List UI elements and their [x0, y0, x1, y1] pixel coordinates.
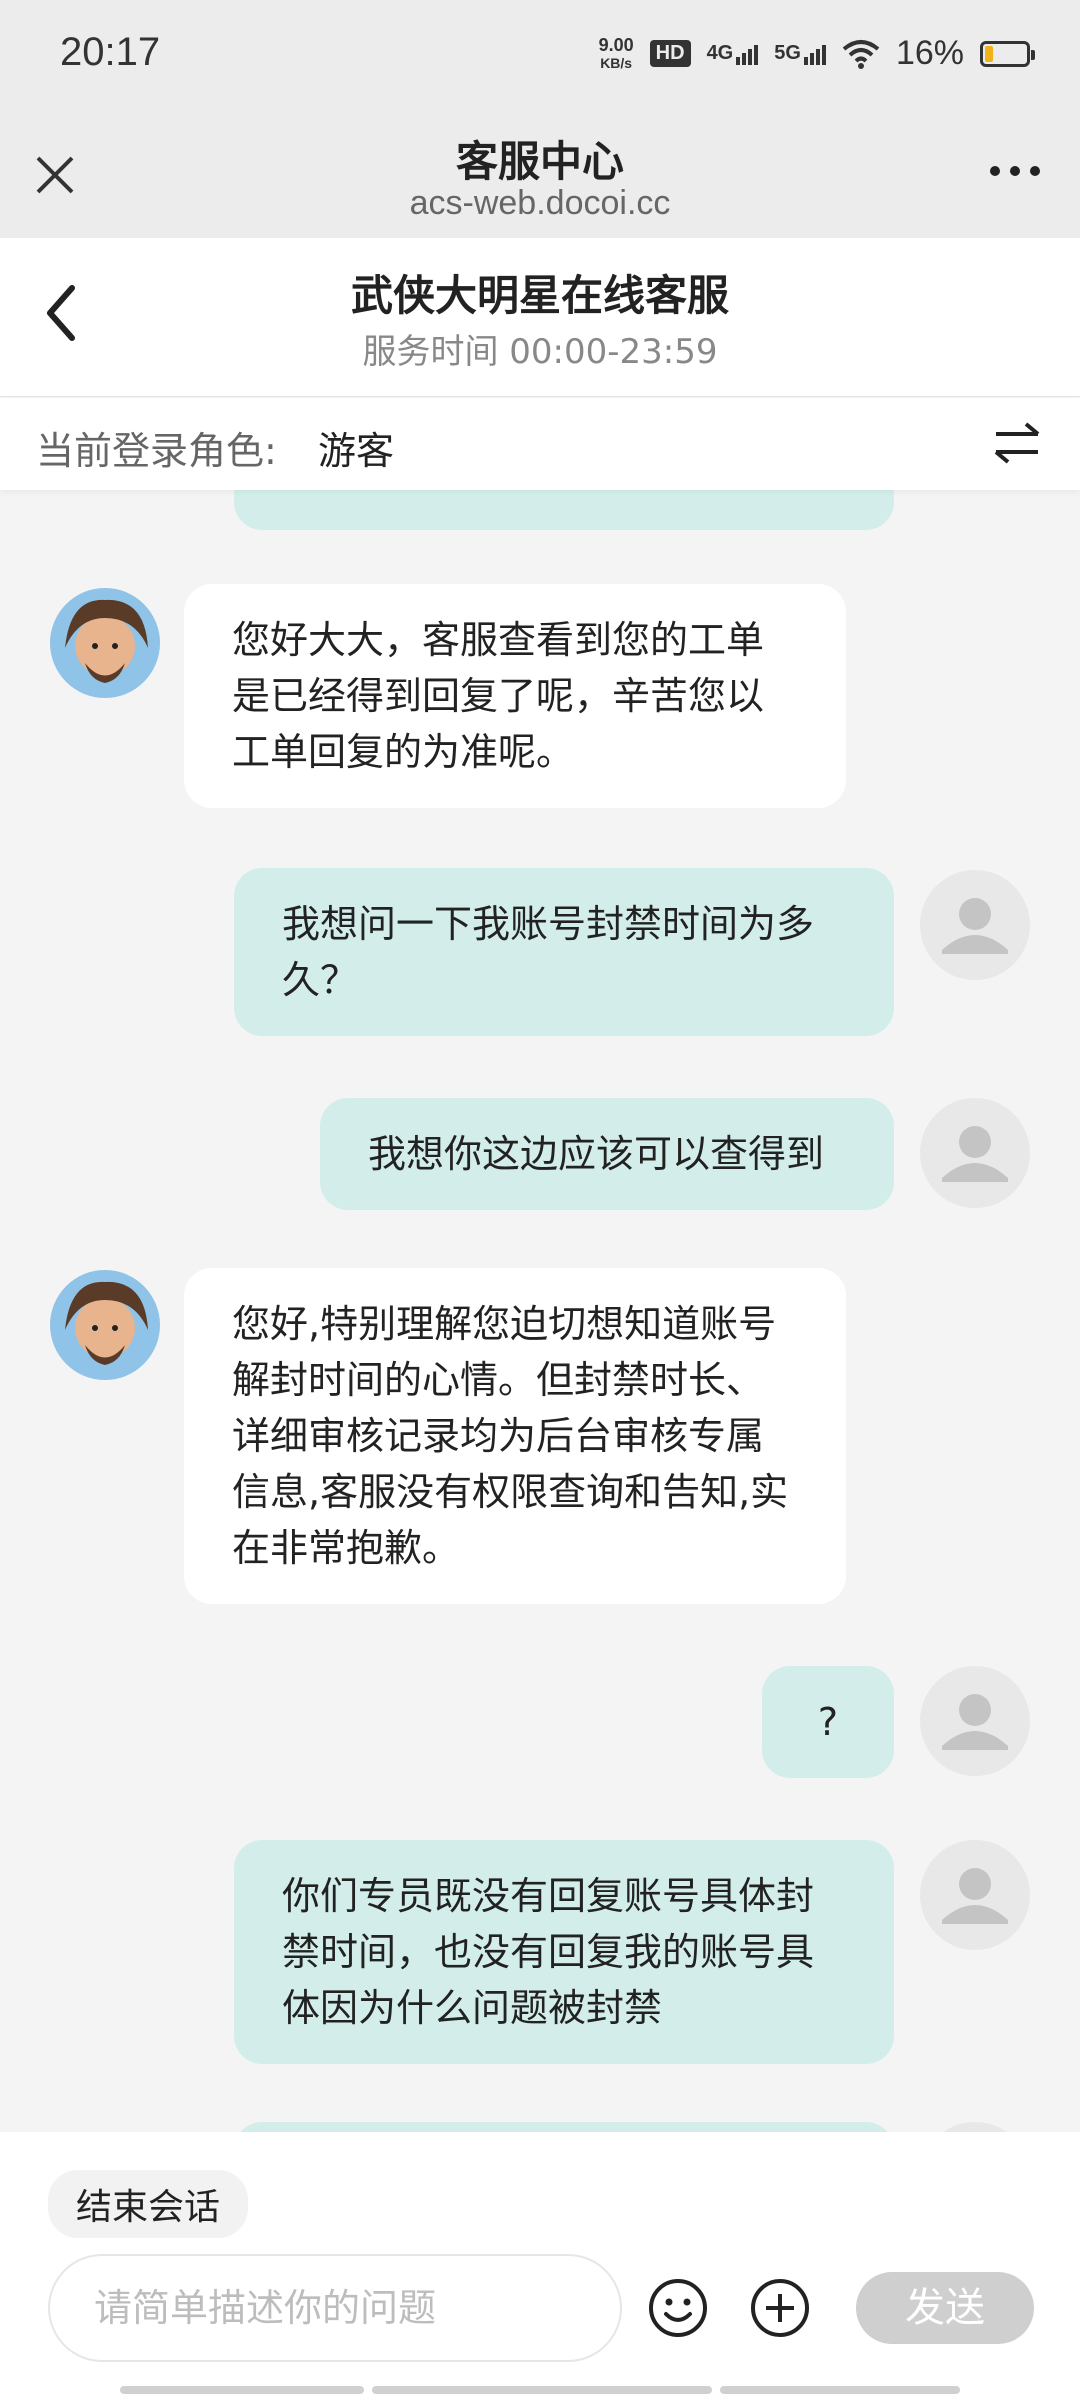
wifi-icon: [842, 39, 880, 69]
message-input[interactable]: 请简单描述你的问题: [48, 2254, 622, 2362]
browser-url: acs-web.docoi.cc: [409, 184, 671, 222]
message-bubble-user: 我想你这边应该可以查得到: [320, 1098, 894, 1210]
user-avatar: [920, 870, 1030, 980]
more-icon[interactable]: [990, 166, 1040, 176]
service-hours: 服务时间 00:00-23:59: [362, 332, 718, 372]
role-label: 当前登录角色:: [36, 429, 277, 473]
network-speed: 9.00 KB/s: [598, 34, 634, 71]
emoji-icon[interactable]: [646, 2276, 710, 2340]
end-chat-button[interactable]: 结束会话: [48, 2170, 249, 2238]
user-avatar: [920, 1840, 1030, 1950]
chat-messages[interactable]: 您好大大，客服查看到您的工单是已经得到回复了呢，辛苦您以工单回复的为准呢。 我想…: [0, 490, 1080, 2132]
battery-percent: 16%: [895, 34, 964, 72]
message-bubble-user: 你们专员既没有回复账号具体封禁时间，也没有回复我的账号具体因为什么问题被封禁: [234, 1840, 894, 2064]
battery-icon: [980, 40, 1035, 67]
send-button[interactable]: 发送: [856, 2272, 1034, 2344]
system-icons: 9.00 KB/s HD 4G 5G 16%: [598, 34, 1035, 73]
agent-avatar: [50, 588, 160, 698]
agent-avatar: [50, 1270, 160, 1380]
message-bubble-partial: [234, 490, 894, 530]
plus-icon[interactable]: [748, 2276, 812, 2340]
message-bubble-user: 我想问一下我账号封禁时间为多久？: [234, 868, 894, 1036]
home-indicator: [120, 2386, 960, 2394]
user-avatar: [920, 1666, 1030, 1776]
message-bubble-agent: 您好,特别理解您迫切想知道账号解封时间的心情。但封禁时长、详细审核记录均为后台审…: [184, 1268, 846, 1604]
message-bubble-user: ?: [762, 1666, 894, 1778]
status-time: 20:17: [60, 30, 161, 74]
signal-4g-icon: 4G: [707, 42, 759, 65]
signal-5g-icon: 5G: [774, 42, 826, 65]
chat-title: 武侠大明星在线客服: [350, 271, 729, 320]
user-avatar: [920, 1098, 1030, 1208]
hd-icon: HD: [649, 40, 691, 67]
user-avatar: [920, 2122, 1030, 2132]
role-value: 游客: [318, 429, 395, 473]
switch-role-icon[interactable]: [990, 416, 1044, 470]
message-bubble-agent: 您好大大，客服查看到您的工单是已经得到回复了呢，辛苦您以工单回复的为准呢。: [184, 584, 846, 808]
browser-title: 客服中心: [455, 137, 624, 186]
message-bubble-partial: [234, 2122, 894, 2132]
